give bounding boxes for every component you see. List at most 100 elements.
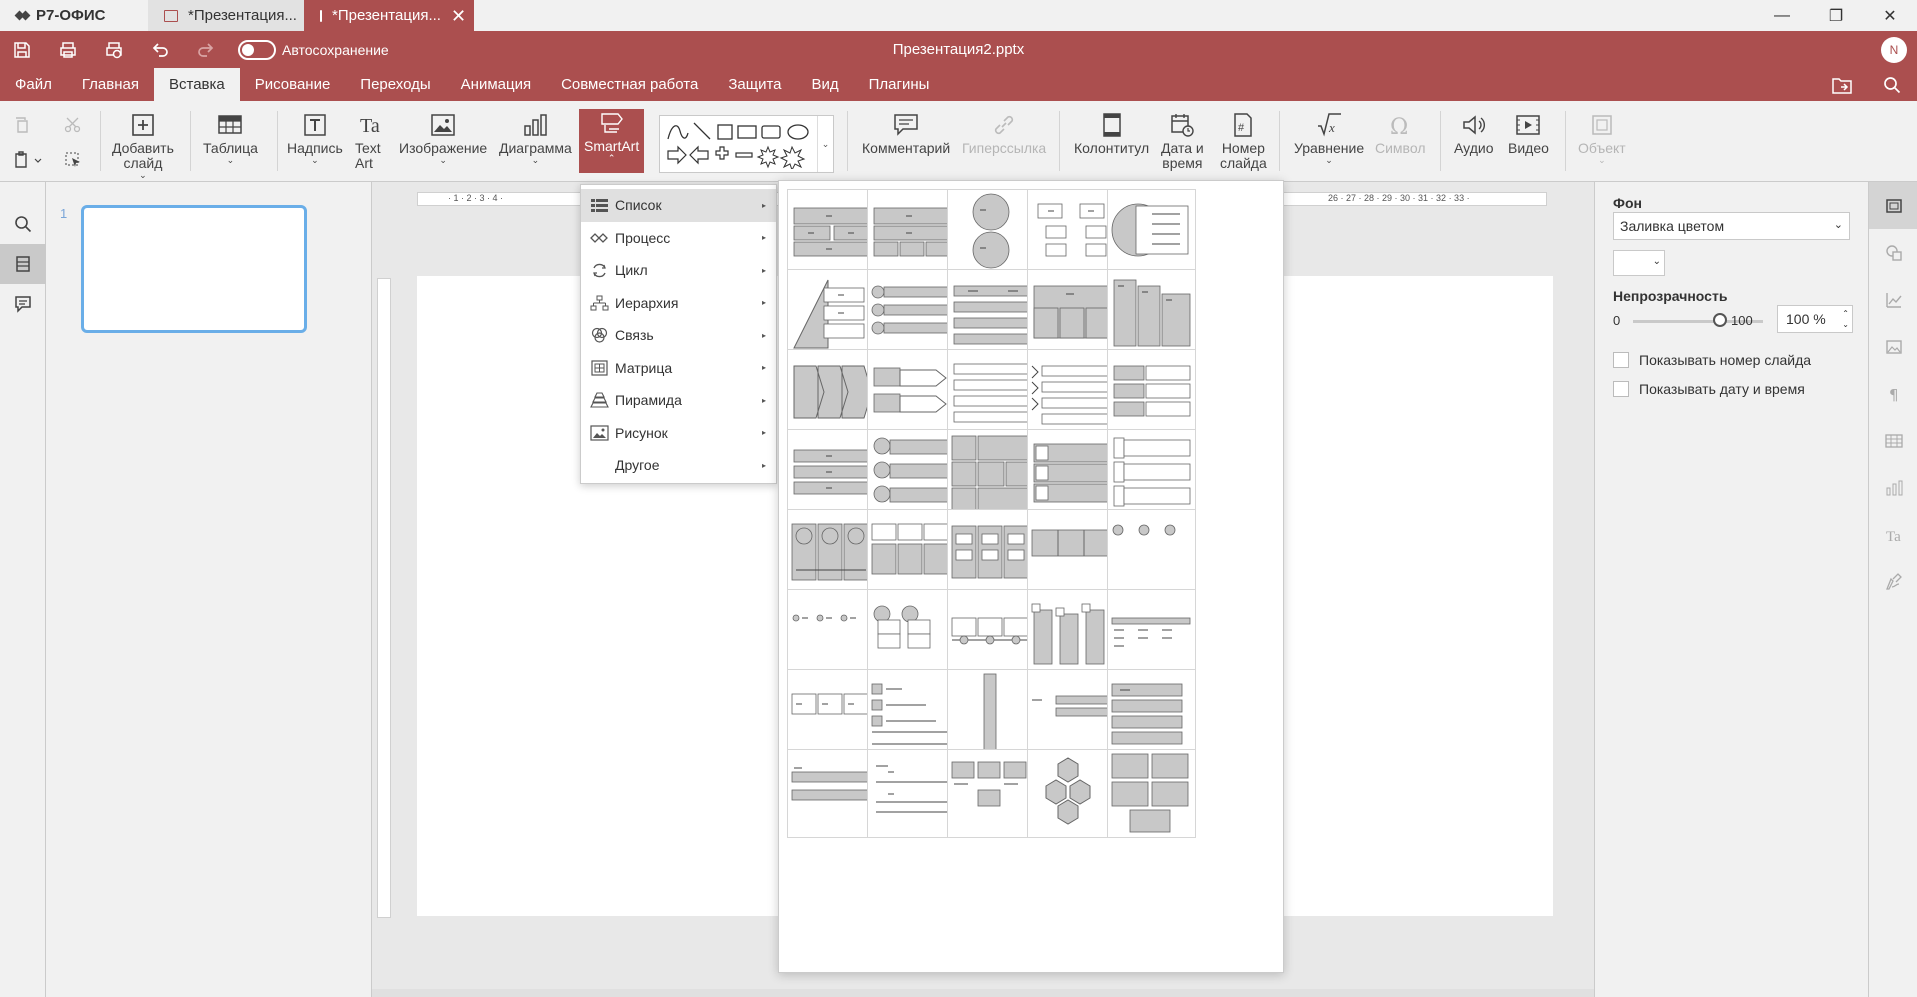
open-location-icon[interactable]: [1817, 76, 1867, 94]
smartart-menu-item[interactable]: Список ▸: [581, 189, 776, 222]
tab-file[interactable]: Файл: [0, 68, 67, 101]
shape-settings-icon[interactable]: [1869, 229, 1917, 276]
smartart-layout-thumbnail[interactable]: [787, 349, 876, 438]
user-avatar[interactable]: N: [1881, 37, 1907, 63]
comment-button[interactable]: Комментарий: [862, 111, 950, 156]
tab-animation[interactable]: Анимация: [446, 68, 546, 101]
tab-collaboration[interactable]: Совместная работа: [546, 68, 713, 101]
find-icon[interactable]: [0, 204, 46, 244]
smartart-layout-thumbnail[interactable]: [1027, 589, 1116, 678]
document-tab-2[interactable]: *Презентация... ✕: [304, 0, 474, 31]
spin-arrows-icon[interactable]: ⌃ ⌄: [1842, 308, 1849, 330]
print-icon[interactable]: [54, 36, 82, 64]
smartart-menu-item[interactable]: Иерархия ▸: [581, 287, 776, 320]
image-settings-icon[interactable]: [1869, 323, 1917, 370]
smartart-layout-thumbnail[interactable]: [1027, 509, 1116, 598]
undo-icon[interactable]: [146, 36, 174, 64]
paste-icon[interactable]: [11, 150, 45, 170]
smartart-layout-thumbnail[interactable]: [867, 589, 956, 678]
smartart-menu-item[interactable]: Пирамида ▸: [581, 384, 776, 417]
image-button[interactable]: Изображение ⌄: [399, 111, 487, 165]
show-slide-number-checkbox[interactable]: Показывать номер слайда: [1613, 352, 1811, 368]
quick-print-icon[interactable]: [100, 36, 128, 64]
smartart-menu-item[interactable]: Матрица ▸: [581, 352, 776, 385]
smartart-layout-thumbnail[interactable]: [1107, 589, 1196, 678]
minimize-icon[interactable]: —: [1755, 0, 1809, 31]
smartart-layout-thumbnail[interactable]: [1107, 669, 1196, 758]
save-icon[interactable]: [8, 36, 36, 64]
smartart-layout-thumbnail[interactable]: [1107, 269, 1196, 358]
smartart-layout-thumbnail[interactable]: [1027, 349, 1116, 438]
add-slide-button[interactable]: Добавить слайд ⌄: [112, 111, 174, 180]
datetime-button[interactable]: Дата и время: [1161, 111, 1204, 171]
video-button[interactable]: Видео: [1508, 111, 1549, 156]
tab-draw[interactable]: Рисование: [240, 68, 346, 101]
table-settings-icon[interactable]: [1869, 417, 1917, 464]
slide-settings-icon[interactable]: [1869, 182, 1917, 229]
smartart-layout-thumbnail[interactable]: [1107, 509, 1196, 598]
smartart-layout-thumbnail[interactable]: [947, 349, 1036, 438]
smartart-layout-thumbnail[interactable]: [1027, 429, 1116, 518]
smartart-layout-thumbnail[interactable]: [1027, 749, 1116, 838]
shape-icons[interactable]: [666, 121, 816, 169]
smartart-menu-item[interactable]: Процесс ▸: [581, 222, 776, 255]
header-footer-button[interactable]: Колонтитул: [1074, 111, 1149, 156]
select-all-icon[interactable]: [62, 150, 84, 170]
smartart-button[interactable]: SmartArt ⌃: [579, 109, 645, 173]
document-tab-1[interactable]: *Презентация...: [148, 0, 304, 31]
tab-insert[interactable]: Вставка: [153, 68, 240, 101]
smartart-layout-thumbnail[interactable]: [1107, 429, 1196, 518]
smartart-layout-thumbnail[interactable]: [1027, 269, 1116, 358]
chart-button[interactable]: Диаграмма ⌄: [499, 111, 572, 165]
paragraph-settings-icon[interactable]: ¶: [1869, 370, 1917, 417]
opacity-slider-thumb[interactable]: [1713, 313, 1727, 327]
close-tab-icon[interactable]: ✕: [451, 7, 466, 25]
smartart-layout-thumbnail[interactable]: [787, 509, 876, 598]
background-fill-select[interactable]: Заливка цветом ⌄: [1613, 212, 1850, 240]
smartart-layout-thumbnail[interactable]: [787, 269, 876, 358]
smartart-layout-thumbnail[interactable]: [1027, 189, 1116, 278]
tab-home[interactable]: Главная: [67, 68, 154, 101]
smartart-layout-thumbnail[interactable]: [1027, 669, 1116, 758]
tab-view[interactable]: Вид: [797, 68, 854, 101]
restore-icon[interactable]: ❐: [1809, 0, 1863, 31]
checkbox-box[interactable]: [1613, 381, 1629, 397]
horizontal-scrollbar[interactable]: [372, 989, 1594, 997]
smartart-layout-thumbnail[interactable]: [947, 429, 1036, 518]
background-color-picker[interactable]: ⌄: [1613, 250, 1665, 276]
textart-button[interactable]: Ta Text Art: [355, 111, 385, 171]
slide-number-button[interactable]: # Номер слайда: [1220, 111, 1267, 171]
smartart-layout-thumbnail[interactable]: [947, 589, 1036, 678]
show-datetime-checkbox[interactable]: Показывать дату и время: [1613, 381, 1805, 397]
smartart-layout-thumbnail[interactable]: [867, 189, 956, 278]
smartart-layout-thumbnail[interactable]: [787, 189, 876, 278]
checkbox-box[interactable]: [1613, 352, 1629, 368]
smartart-layout-thumbnail[interactable]: [787, 429, 876, 518]
shapes-more-icon[interactable]: ⌄: [817, 116, 833, 172]
smartart-layout-thumbnail[interactable]: [947, 509, 1036, 598]
tab-protection[interactable]: Защита: [713, 68, 796, 101]
table-button[interactable]: Таблица ⌄: [203, 111, 258, 165]
equation-button[interactable]: x Уравнение ⌄: [1294, 111, 1364, 165]
smartart-layout-thumbnail[interactable]: [947, 749, 1036, 838]
smartart-layout-thumbnail[interactable]: [867, 349, 956, 438]
audio-button[interactable]: Аудио: [1454, 111, 1494, 156]
opacity-input[interactable]: 100 % ⌃ ⌄: [1777, 305, 1853, 333]
smartart-layout-thumbnail[interactable]: [1107, 349, 1196, 438]
autosave-toggle[interactable]: [238, 39, 276, 60]
search-icon[interactable]: [1867, 76, 1917, 94]
smartart-layout-thumbnail[interactable]: [867, 429, 956, 518]
smartart-layout-thumbnail[interactable]: [947, 669, 1036, 758]
smartart-layout-thumbnail[interactable]: [867, 269, 956, 358]
chart-bars-settings-icon[interactable]: [1869, 464, 1917, 511]
vertical-ruler[interactable]: [377, 278, 391, 918]
smartart-menu-item[interactable]: Другое ▸: [581, 449, 776, 482]
textbox-button[interactable]: Надпись ⌄: [287, 111, 343, 165]
tab-plugins[interactable]: Плагины: [854, 68, 945, 101]
textart-settings-icon[interactable]: Ta: [1869, 511, 1917, 558]
smartart-layout-thumbnail[interactable]: [867, 509, 956, 598]
smartart-layout-thumbnail[interactable]: [867, 669, 956, 758]
smartart-menu-item[interactable]: Рисунок ▸: [581, 417, 776, 450]
smartart-layout-thumbnail[interactable]: [787, 749, 876, 838]
shapes-gallery[interactable]: ⌄: [659, 115, 834, 173]
